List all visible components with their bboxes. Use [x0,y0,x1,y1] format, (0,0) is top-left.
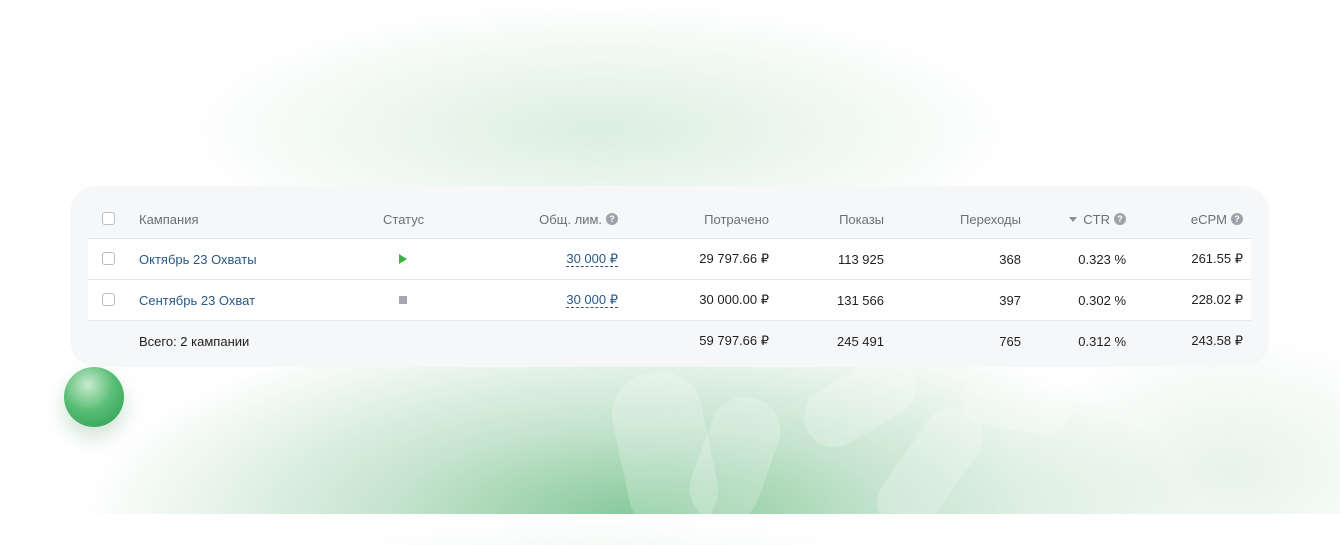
column-header-ecpm[interactable]: eCPM ? [1191,200,1243,238]
row-checkbox[interactable] [102,252,115,265]
limit-edit-link[interactable]: 30 000 ₽ [566,292,618,308]
column-header-ctr[interactable]: CTR ? [1069,200,1126,238]
help-icon[interactable]: ? [1231,213,1243,225]
table-total-row: Всего: 2 кампании 59 797.66 ₽ 245 491 76… [88,320,1251,361]
campaign-name-cell: Сентябрь 23 Охват [139,280,255,320]
shows-cell: 131 566 [837,292,884,308]
stop-icon[interactable] [399,296,407,304]
table-row: Октябрь 23 Охваты 30 000 ₽ 29 797.66 ₽ 1… [88,238,1251,279]
ctr-cell: 0.302 % [1078,292,1126,308]
ecpm-cell: 261.55 ₽ [1191,251,1243,266]
clicks-cell: 368 [999,251,1021,267]
table-row: Сентябрь 23 Охват 30 000 ₽ 30 000.00 ₽ 1… [88,279,1251,320]
total-spent: 59 797.66 ₽ [699,333,769,348]
ctr-cell: 0.323 % [1078,251,1126,267]
limit-edit-link[interactable]: 30 000 ₽ [566,251,618,267]
status-cell [383,239,423,279]
help-icon[interactable]: ? [606,213,618,225]
ecpm-cell: 228.02 ₽ [1191,292,1243,307]
status-cell [383,280,423,320]
row-checkbox[interactable] [102,293,115,306]
total-clicks: 765 [999,333,1021,349]
total-shows: 245 491 [837,333,884,349]
column-header-clicks[interactable]: Переходы [960,200,1021,238]
column-header-spent[interactable]: Потрачено [704,200,769,238]
shows-cell: 113 925 [837,251,884,267]
select-all-checkbox[interactable] [102,212,115,225]
column-header-shows[interactable]: Показы [839,200,884,238]
clicks-cell: 397 [999,292,1021,308]
total-label: Всего: 2 кампании [139,333,250,349]
play-icon[interactable] [399,254,407,264]
column-header-campaign[interactable]: Кампания [139,200,199,238]
campaign-link[interactable]: Сентябрь 23 Охват [139,293,255,308]
spent-cell: 30 000.00 ₽ [699,292,769,307]
decorative-green-sphere [64,367,124,427]
campaign-name-cell: Октябрь 23 Охваты [139,239,257,279]
column-header-status[interactable]: Статус [383,200,424,238]
limit-cell: 30 000 ₽ [566,239,618,279]
column-header-limit[interactable]: Общ. лим. ? [539,200,618,238]
total-ctr: 0.312 % [1078,333,1126,349]
campaigns-table: Кампания Статус Общ. лим. ? Потрачено По… [88,200,1251,361]
campaign-link[interactable]: Октябрь 23 Охваты [139,252,257,267]
sort-desc-icon [1069,216,1078,222]
limit-cell: 30 000 ₽ [566,280,618,320]
total-ecpm: 243.58 ₽ [1191,333,1243,348]
help-icon[interactable]: ? [1114,213,1126,225]
spent-cell: 29 797.66 ₽ [699,251,769,266]
table-header-row: Кампания Статус Общ. лим. ? Потрачено По… [88,200,1251,238]
